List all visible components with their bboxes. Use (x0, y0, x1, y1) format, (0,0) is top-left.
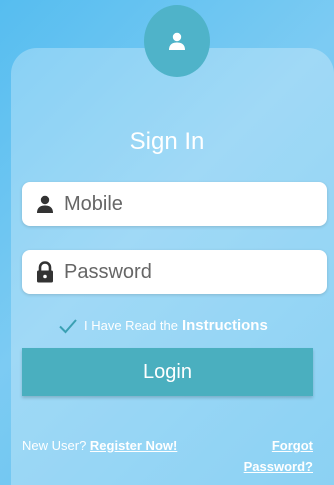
mobile-input[interactable] (64, 192, 304, 216)
avatar (144, 5, 210, 77)
user-icon (169, 32, 185, 50)
login-button[interactable]: Login (22, 348, 313, 396)
mobile-field[interactable] (22, 182, 327, 226)
new-user-text: New User? Register Now! (22, 435, 182, 456)
instructions-link[interactable]: Instructions (182, 317, 268, 334)
new-user-label: New User? (22, 438, 87, 453)
lock-icon (34, 261, 56, 283)
password-input[interactable] (64, 260, 304, 284)
terms-text: I Have Read the (84, 318, 178, 333)
forgot-password-area: Forgot Password? (203, 435, 313, 477)
password-field[interactable] (22, 250, 327, 294)
user-icon (34, 193, 56, 215)
check-icon[interactable] (58, 318, 78, 334)
terms-row: I Have Read the Instructions (58, 317, 334, 334)
page-title: Sign In (129, 128, 205, 155)
register-link[interactable]: Register Now! (90, 438, 177, 453)
forgot-password-link[interactable]: Forgot Password? (244, 438, 313, 474)
